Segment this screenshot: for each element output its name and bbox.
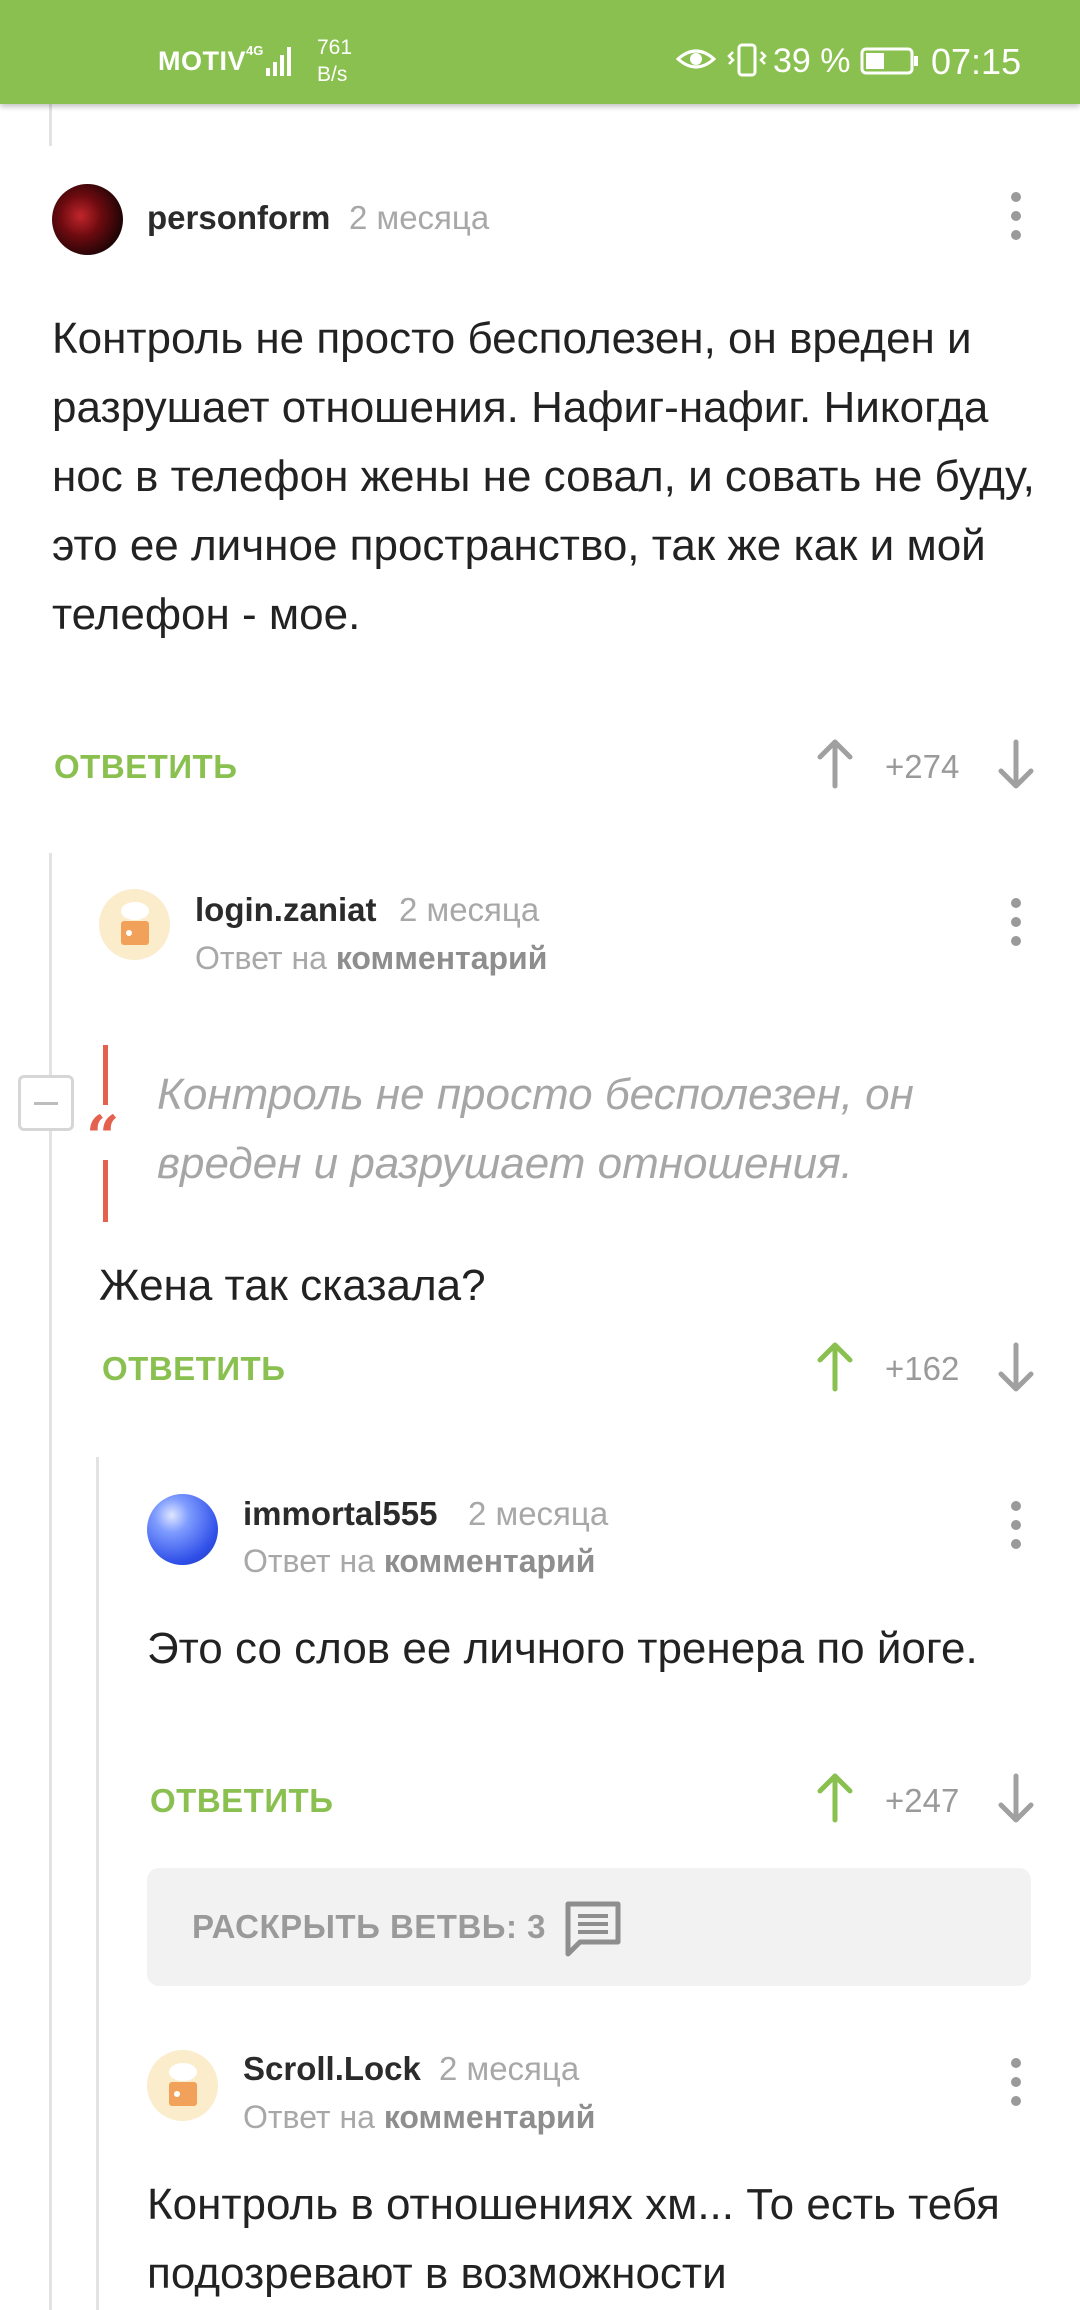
comment-time: 2 месяца: [349, 199, 490, 236]
vibrate-icon: [727, 43, 767, 77]
reply-to: Ответ на комментарий: [243, 2099, 595, 2136]
quote-text: Контроль не просто бесполезен, он вреден…: [157, 1070, 914, 1188]
quote-icon: “: [86, 1103, 120, 1171]
reply-button[interactable]: ОТВЕТИТЬ: [54, 748, 237, 786]
default-avatar-icon: [169, 2063, 197, 2106]
upvote-arrow-icon[interactable]: [815, 1341, 855, 1393]
avatar[interactable]: [52, 184, 123, 255]
username[interactable]: immortal555: [243, 1495, 437, 1533]
battery-percent: 39 %: [773, 42, 851, 80]
username[interactable]: personform: [147, 199, 330, 237]
more-options-icon[interactable]: [1009, 192, 1023, 242]
more-options-icon[interactable]: [1009, 2058, 1023, 2108]
comment-time: 2 месяца: [439, 2050, 580, 2087]
network-speed: 761 B/s: [317, 34, 352, 88]
reply-button[interactable]: ОТВЕТИТЬ: [102, 1350, 285, 1388]
reply-to-link[interactable]: комментарий: [336, 940, 548, 976]
upvote-arrow-icon[interactable]: [815, 738, 855, 790]
network-type: 4G: [246, 43, 263, 58]
eye-icon: [676, 49, 716, 69]
reply-to-prefix: Ответ на: [243, 1543, 375, 1579]
reply-to: Ответ на комментарий: [243, 1543, 595, 1580]
more-options-icon[interactable]: [1009, 898, 1023, 948]
comments-icon: [565, 1901, 621, 1957]
comment-time: 2 месяца: [399, 891, 540, 928]
reply-to: Ответ на комментарий: [195, 940, 547, 977]
downvote-arrow-icon[interactable]: [996, 1772, 1036, 1824]
expand-thread-label: РАСКРЫТЬ ВЕТВЬ: 3: [192, 1908, 547, 1945]
avatar[interactable]: [147, 1494, 218, 1565]
rating: +274: [885, 748, 960, 785]
battery-icon: [860, 47, 918, 75]
downvote-arrow-icon[interactable]: [996, 738, 1036, 790]
comment-text: Это со слов ее личного тренера по йоге.: [147, 1624, 978, 1673]
quote-bar: [103, 1045, 108, 1105]
speed-unit: B/s: [317, 63, 348, 86]
speed-value: 761: [317, 36, 353, 59]
reply-button[interactable]: ОТВЕТИТЬ: [150, 1782, 333, 1820]
downvote-arrow-icon[interactable]: [996, 1341, 1036, 1393]
username[interactable]: Scroll.Lock: [243, 2050, 421, 2088]
signal-icon: 4G: [246, 43, 291, 76]
reply-to-link[interactable]: комментарий: [384, 1543, 596, 1579]
clock: 07:15: [931, 41, 1022, 82]
default-avatar-icon: [121, 902, 149, 945]
thread-line: [49, 853, 52, 2310]
reply-to-link[interactable]: комментарий: [384, 2099, 596, 2135]
more-options-icon[interactable]: [1009, 1501, 1023, 1551]
username[interactable]: login.zaniat: [195, 891, 377, 929]
avatar[interactable]: [147, 2050, 218, 2121]
upvote-arrow-icon[interactable]: [815, 1772, 855, 1824]
status-bar: MOTIV 4G 761 B/s 39 % 07:15: [0, 0, 1080, 104]
rating: +162: [885, 1350, 960, 1387]
thread-line: [49, 104, 52, 146]
collapse-thread-button[interactable]: [18, 1075, 74, 1131]
reply-to-prefix: Ответ на: [243, 2099, 375, 2135]
quote-bar: [103, 1160, 108, 1222]
comment-text: Контроль не просто бесполезен, он вреден…: [52, 314, 1035, 639]
expand-thread-button[interactable]: РАСКРЫТЬ ВЕТВЬ: 3: [147, 1868, 1031, 1986]
reply-to-prefix: Ответ на: [195, 940, 327, 976]
avatar[interactable]: [99, 889, 170, 960]
rating: +247: [885, 1782, 960, 1819]
comment-text: Жена так сказала?: [99, 1261, 486, 1310]
comment-text: Контроль в отношениях хм... То есть тебя…: [147, 2180, 1000, 2298]
comment-time: 2 месяца: [468, 1495, 609, 1532]
thread-line: [96, 1457, 99, 2310]
carrier-name: MOTIV: [158, 46, 246, 76]
